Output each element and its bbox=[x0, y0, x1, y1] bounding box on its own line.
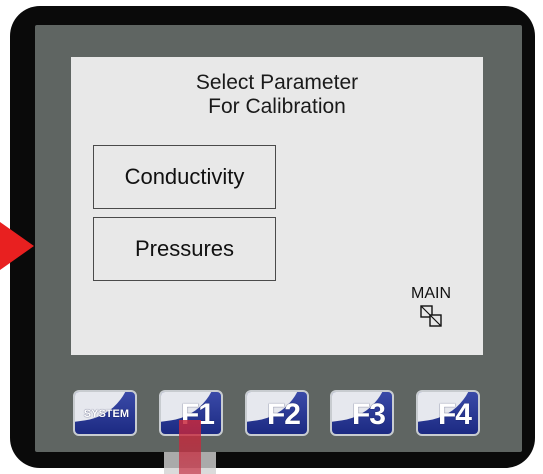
main-button[interactable]: MAIN bbox=[401, 285, 461, 335]
system-key-label: SYSTEM bbox=[83, 408, 129, 420]
pointer-arrow-icon bbox=[0, 222, 34, 270]
screen-title-line2: For Calibration bbox=[208, 95, 346, 118]
f2-key[interactable]: F2 bbox=[245, 390, 309, 436]
pressures-button[interactable]: Pressures bbox=[93, 217, 276, 281]
f3-key[interactable]: F3 bbox=[330, 390, 394, 436]
main-label: MAIN bbox=[411, 285, 451, 302]
screen-title-line1: Select Parameter bbox=[195, 71, 359, 94]
display-screen: Select Parameter For Calibration Conduct… bbox=[71, 57, 483, 355]
main-menu-icon bbox=[420, 305, 442, 327]
f4-key[interactable]: F4 bbox=[416, 390, 480, 436]
conductivity-button[interactable]: Conductivity bbox=[93, 145, 276, 209]
system-key[interactable]: SYSTEM bbox=[73, 390, 137, 436]
f3-key-label: F3 bbox=[351, 398, 386, 431]
press-arrow-icon bbox=[179, 420, 201, 474]
f4-key-label: F4 bbox=[437, 398, 472, 431]
f2-key-label: F2 bbox=[266, 398, 301, 431]
